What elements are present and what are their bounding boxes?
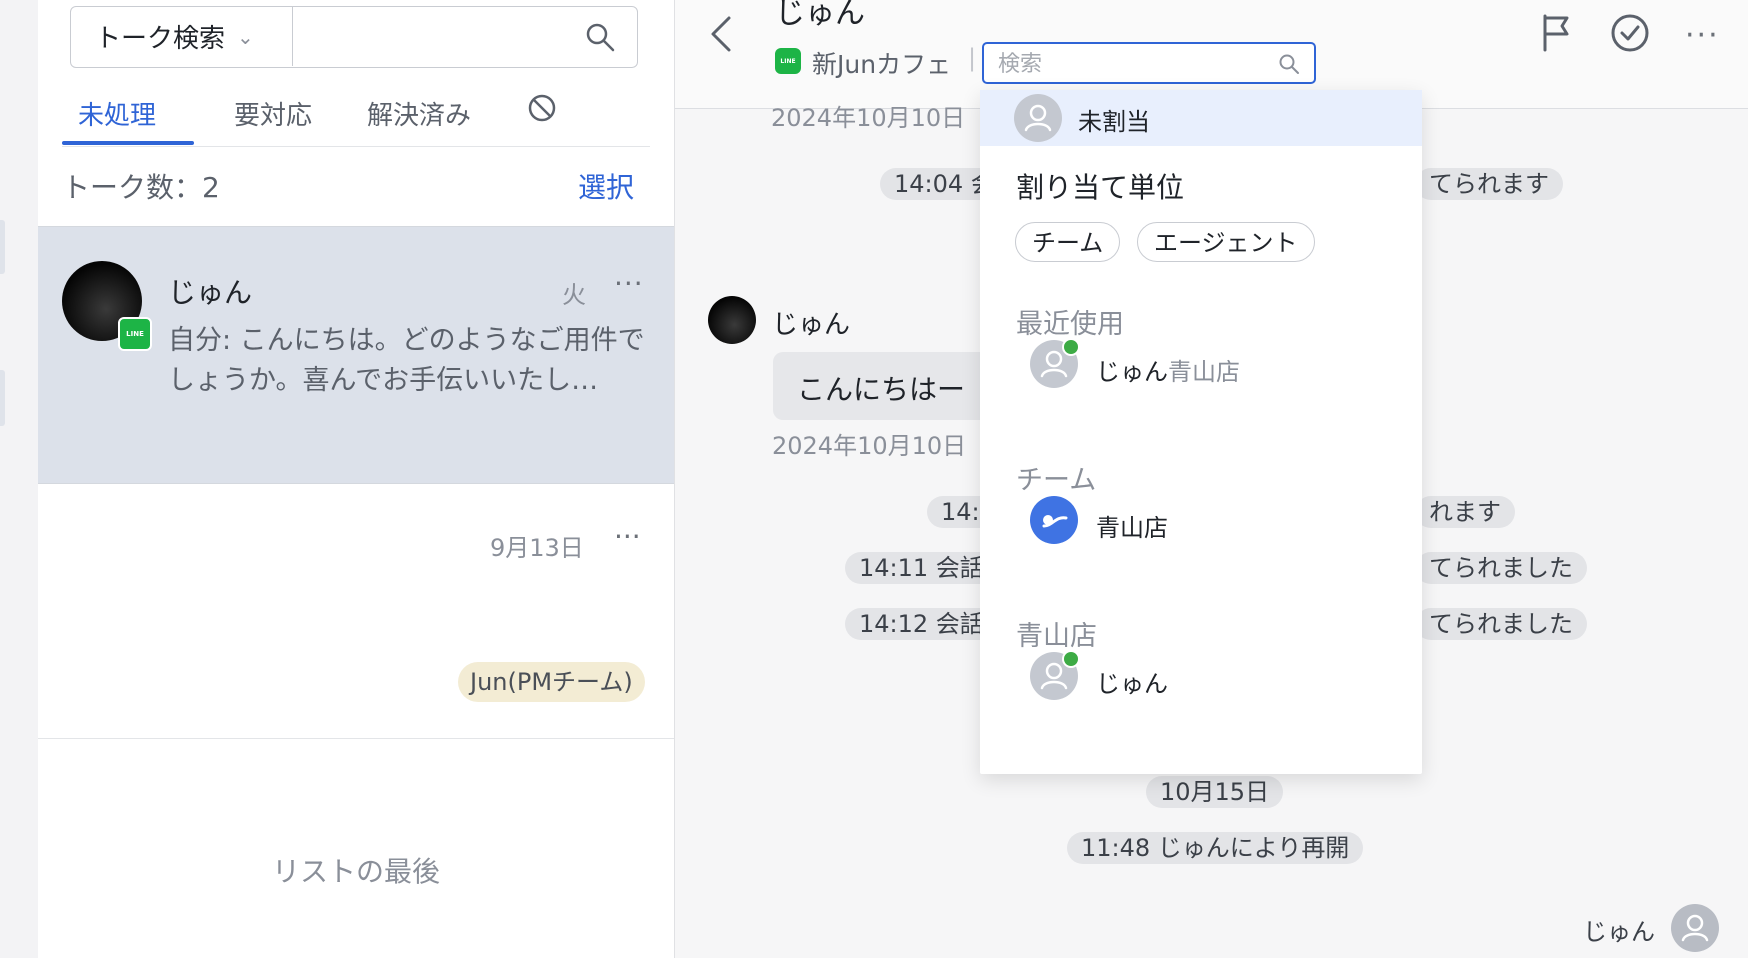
system-message: てられました <box>1415 552 1587 584</box>
sender-name: じゅん <box>772 310 851 340</box>
divider: | <box>968 44 977 72</box>
system-message: 14:12 会話 <box>845 608 998 640</box>
nav-strip-marker <box>0 220 5 274</box>
back-icon[interactable] <box>705 14 735 54</box>
assignee-search-input[interactable] <box>996 48 1260 80</box>
option-label: 未割当 <box>1078 108 1150 136</box>
assignee-tag: Jun(PMチーム) <box>458 662 645 702</box>
chat-title: じゅん <box>775 0 865 31</box>
online-status-icon <box>1062 650 1080 668</box>
option-team[interactable]: 青山店 <box>980 486 1422 556</box>
tab-resolved[interactable]: 解決済み <box>367 94 471 146</box>
assignee-search-field[interactable] <box>982 42 1316 84</box>
more-icon[interactable]: ··· <box>614 520 641 553</box>
select-button[interactable]: 選択 <box>578 166 634 206</box>
line-icon: LINE <box>775 48 801 74</box>
flag-icon[interactable] <box>1541 14 1573 52</box>
search-type-label: トーク検索 <box>95 24 226 54</box>
system-message: てられます <box>1415 168 1563 200</box>
tab-needs-action[interactable]: 要対応 <box>234 94 312 146</box>
avatar <box>1014 94 1062 142</box>
conversation-day: 火 <box>562 281 586 309</box>
message-bubble: こんにちはー <box>773 352 1013 420</box>
search-icon <box>1279 54 1299 74</box>
agent-name: じゅん <box>1583 918 1655 946</box>
more-icon[interactable]: ··· <box>1685 18 1720 53</box>
message-date: 2024年10月10日 <box>771 104 966 132</box>
avatar <box>1671 904 1719 952</box>
filter-team-pill[interactable]: チーム <box>1015 222 1121 262</box>
conversation-search: トーク検索 ⌄ <box>70 6 638 68</box>
list-item[interactable]: LINE じゅん 火 ··· 自分: こんにちは。どのようなご用件でしょうか。喜… <box>38 226 674 484</box>
status-tabs: 未処理 要対応 解決済み <box>62 94 650 147</box>
active-tab-indicator <box>62 141 194 145</box>
conversation-date: 9月13日 <box>490 534 584 562</box>
assignee-dropdown: 未割当 割り当て単位 チーム エージェント 最近使用 じゅん青山店 チーム 青山… <box>980 90 1422 774</box>
user-icon <box>1024 104 1052 132</box>
blocked-icon[interactable] <box>526 92 558 124</box>
nav-strip <box>0 0 39 958</box>
list-item[interactable]: 9月13日 ··· Jun(PMチーム) <box>38 482 674 739</box>
user-icon <box>1681 914 1709 942</box>
date-separator: 10月15日 <box>1146 776 1284 808</box>
team-icon <box>1042 515 1068 528</box>
assign-unit-title: 割り当て単位 <box>1016 171 1185 204</box>
option-label: 青山店 <box>1096 514 1168 542</box>
system-message: てられました <box>1415 608 1587 640</box>
channel-name: 新Junカフェ <box>812 50 952 79</box>
option-label: じゅん青山店 <box>1096 352 1240 387</box>
option-label: じゅん <box>1096 670 1168 698</box>
end-of-list-label: リストの最後 <box>271 855 440 888</box>
message-timestamp: 2024年10月10日 <box>772 432 967 460</box>
option-recent-agent[interactable]: じゅん青山店 <box>980 330 1422 400</box>
agent-group: 青山店 <box>1168 358 1240 386</box>
conversation-preview: 自分: こんにちは。どのようなご用件でしょうか。喜んでお手伝いいたし… <box>168 325 645 396</box>
system-message: 14:11 会話 <box>845 552 998 584</box>
search-type-dropdown[interactable]: トーク検索 ⌄ <box>71 7 293 66</box>
conversation-list-panel: トーク検索 ⌄ 未処理 要対応 解決済み トーク数：2 選択 LINE じゅん … <box>38 0 675 958</box>
tab-unprocessed[interactable]: 未処理 <box>78 94 156 146</box>
online-status-icon <box>1062 338 1080 356</box>
team-avatar <box>1030 496 1078 544</box>
system-message: 11:48 じゅんにより再開 <box>1067 832 1364 864</box>
conversation-name: じゅん <box>168 276 253 309</box>
system-message: れます <box>1415 496 1515 528</box>
filter-agent-pill[interactable]: エージェント <box>1137 222 1315 262</box>
search-icon[interactable] <box>585 22 615 52</box>
resolve-check-icon[interactable] <box>1609 12 1651 54</box>
avatar <box>708 296 756 344</box>
more-icon[interactable]: ··· <box>614 267 644 300</box>
option-group-agent[interactable]: じゅん <box>980 642 1422 712</box>
agent-name: じゅん <box>1096 358 1168 386</box>
line-icon: LINE <box>118 317 152 351</box>
nav-strip-marker <box>0 370 5 426</box>
option-unassigned[interactable]: 未割当 <box>980 90 1422 146</box>
message-text: こんにちはー <box>797 373 966 406</box>
chevron-down-icon: ⌄ <box>237 24 254 49</box>
conversation-count: トーク数：2 <box>62 171 220 204</box>
